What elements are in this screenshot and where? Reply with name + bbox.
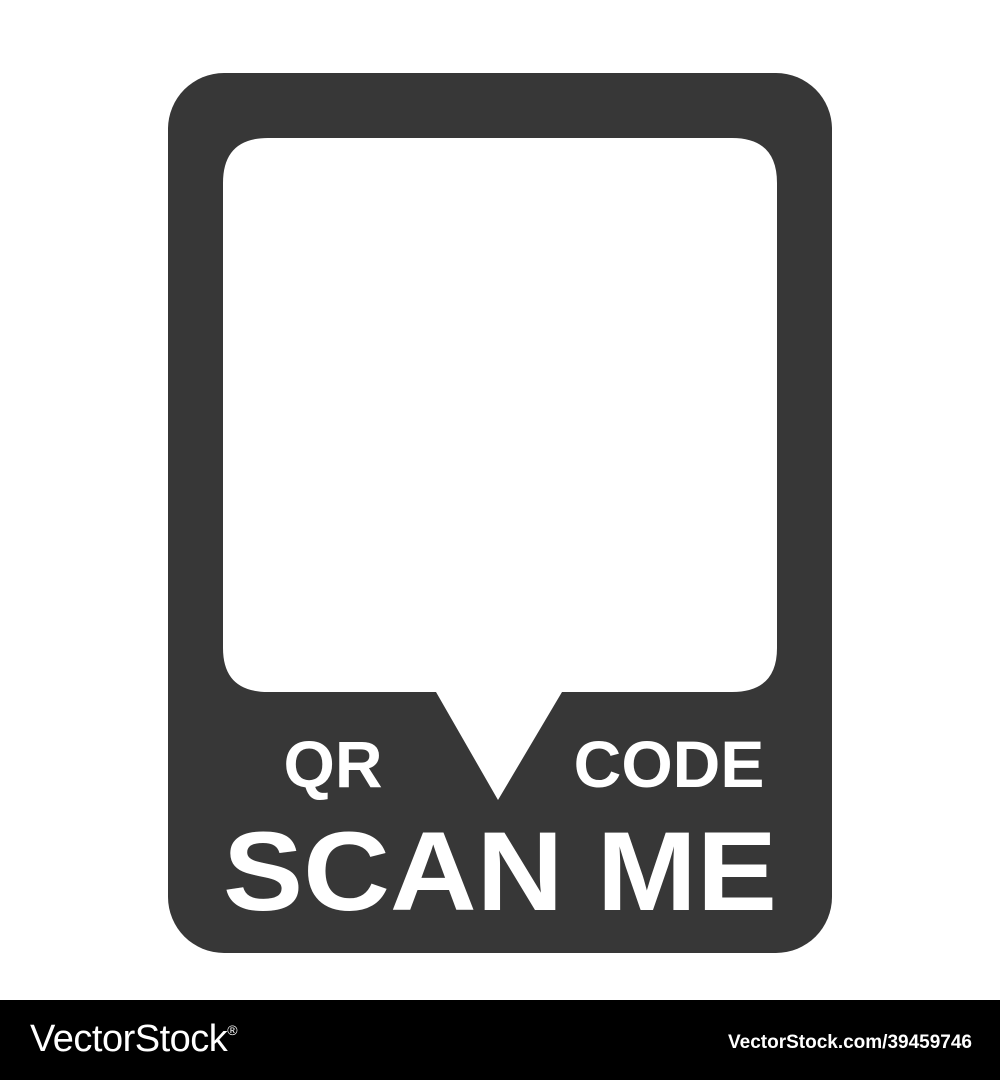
image-id-label: VectorStock.com/39459746 — [728, 1032, 972, 1053]
label-scan-me: SCAN ME — [223, 809, 777, 934]
label-code: CODE — [574, 727, 765, 801]
qr-frame-graphic: QR CODE SCAN ME — [168, 73, 832, 953]
logo-text: VectorStock — [30, 1018, 228, 1060]
label-qr: QR — [284, 727, 383, 801]
registered-mark: ® — [227, 1022, 238, 1038]
vectorstock-logo: VectorStock® — [30, 1018, 238, 1061]
watermark-footer: VectorStock® VectorStock.com/39459746 — [0, 1000, 1000, 1080]
